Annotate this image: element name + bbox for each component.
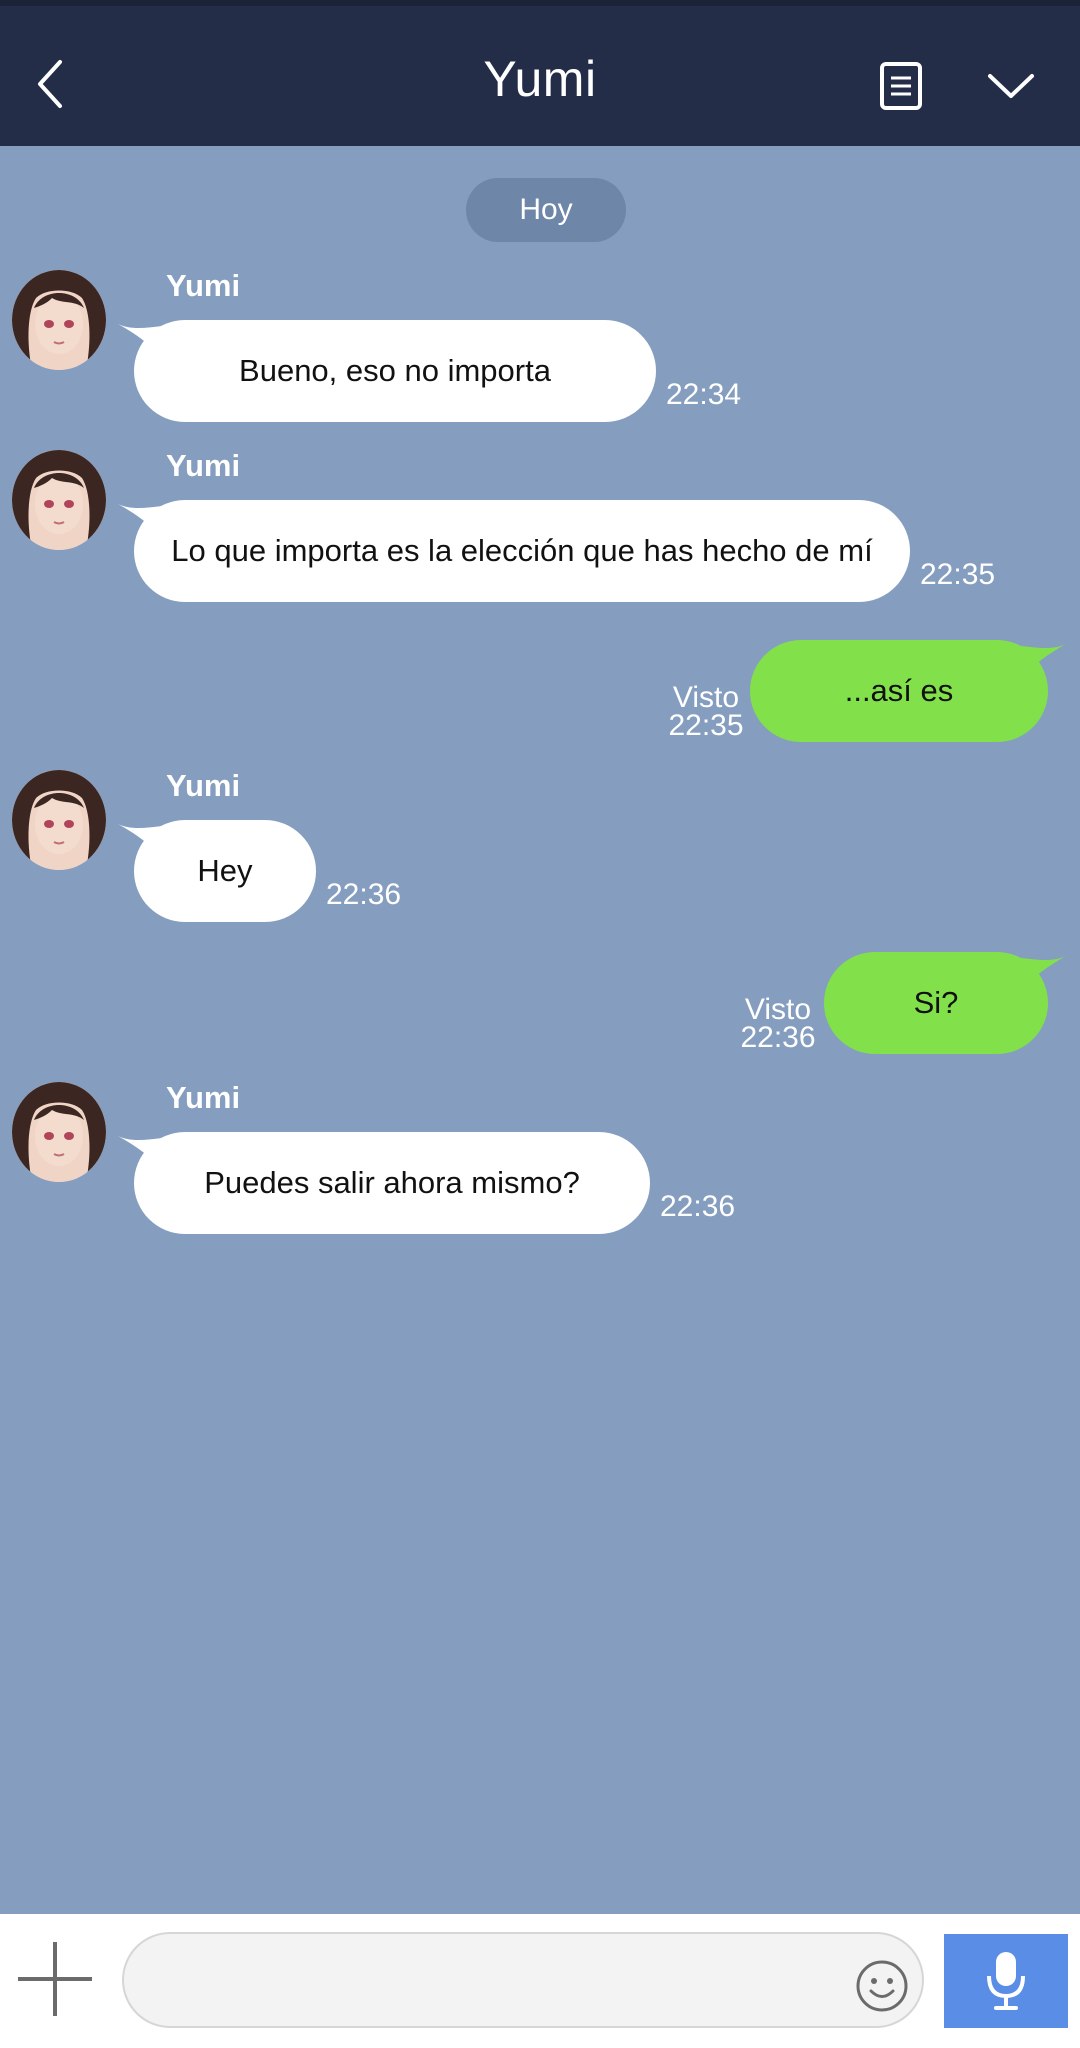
sender-name: Yumi	[166, 448, 241, 483]
microphone-icon	[987, 1952, 1025, 2010]
avatar[interactable]	[12, 450, 106, 550]
message-time: 22:36	[740, 1021, 816, 1054]
message-bubble-outgoing[interactable]: ...así es	[750, 640, 1048, 742]
message-bubble-outgoing[interactable]: Si?	[824, 952, 1048, 1054]
avatar[interactable]	[12, 1082, 106, 1182]
sender-name: Yumi	[166, 768, 241, 803]
chat-header: Yumi	[0, 0, 1080, 146]
message-time: 22:35	[668, 709, 744, 742]
date-separator: Hoy	[466, 178, 626, 242]
notes-icon[interactable]	[876, 58, 928, 114]
message-time: 22:36	[660, 1190, 736, 1223]
avatar[interactable]	[12, 270, 106, 370]
message-seen-status: Visto 22:36	[736, 993, 820, 1054]
message-bubble-incoming[interactable]: Lo que importa es la elección que has he…	[134, 500, 910, 602]
message-time: 22:36	[326, 878, 402, 911]
message-bubble-incoming[interactable]: Puedes salir ahora mismo?	[134, 1132, 650, 1234]
voice-message-button[interactable]	[944, 1934, 1068, 2028]
seen-label: Visto	[744, 993, 812, 1026]
message-input[interactable]	[122, 1932, 924, 2028]
chevron-down-icon[interactable]	[986, 66, 1036, 106]
message-seen-status: Visto 22:35	[664, 681, 748, 742]
seen-label: Visto	[672, 681, 740, 714]
message-bubble-incoming[interactable]: Hey	[134, 820, 316, 922]
composer-bar	[0, 1914, 1080, 2048]
plus-icon[interactable]	[16, 1940, 94, 2018]
message-time: 22:34	[666, 378, 742, 411]
message-bubble-incoming[interactable]: Bueno, eso no importa	[134, 320, 656, 422]
message-time: 22:35	[920, 558, 996, 591]
sender-name: Yumi	[166, 268, 241, 303]
avatar[interactable]	[12, 770, 106, 870]
emoji-icon[interactable]	[854, 1958, 910, 2014]
sender-name: Yumi	[166, 1080, 241, 1115]
